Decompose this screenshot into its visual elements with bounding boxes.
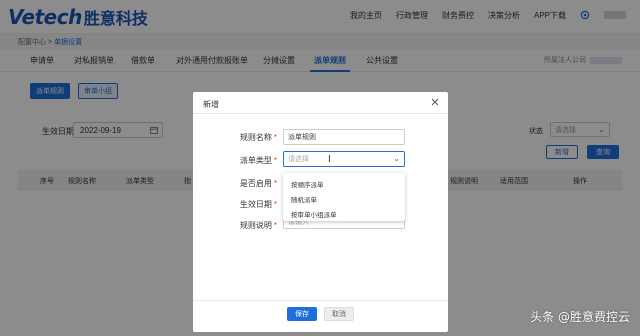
dropdown-option-group[interactable]: 按审单小组派单 bbox=[291, 209, 337, 219]
dispatch-type-dropdown: 按顺序派单 随机派单 按审单小组派单 bbox=[283, 173, 405, 221]
effective-date-label: 生效日期 * bbox=[217, 199, 277, 210]
required-marker: * bbox=[273, 200, 277, 209]
dispatch-type-label-text: 派单类型 bbox=[239, 156, 272, 165]
dropdown-option-random[interactable]: 随机派单 bbox=[291, 194, 317, 204]
dropdown-option-sequential[interactable]: 按顺序派单 bbox=[291, 179, 324, 189]
required-marker: * bbox=[273, 179, 277, 188]
text-cursor-icon: I bbox=[328, 154, 331, 165]
dialog-title: 新增 bbox=[203, 100, 219, 109]
rule-name-value: 派单规则 bbox=[288, 134, 316, 141]
rule-name-input[interactable]: 派单规则 bbox=[283, 129, 405, 145]
required-marker: * bbox=[273, 133, 277, 142]
watermark: 头条 @胜意费控云 bbox=[530, 310, 630, 324]
dispatch-type-select[interactable]: 请选择 I ⌄ bbox=[283, 151, 405, 167]
chevron-down-icon: ⌄ bbox=[393, 154, 400, 163]
dialog-footer-divider bbox=[193, 300, 448, 301]
dispatch-type-placeholder: 请选择 bbox=[288, 156, 309, 163]
rule-description-label: 规则说明 * bbox=[217, 220, 277, 231]
rule-name-label: 规则名称 * bbox=[217, 132, 277, 143]
close-icon[interactable] bbox=[430, 97, 440, 107]
cancel-button[interactable]: 取消 bbox=[324, 307, 354, 321]
enabled-label: 是否启用 * bbox=[217, 178, 277, 189]
dialog-header: 新增 bbox=[193, 92, 448, 114]
required-marker: * bbox=[273, 221, 277, 230]
effective-date-label-text: 生效日期 bbox=[239, 200, 272, 209]
new-rule-dialog: 新增 规则名称 * 派单规则 派单类型 * 请选择 I ⌄ 按顺序派单 随机派单 按… bbox=[193, 92, 448, 332]
rule-name-label-text: 规则名称 bbox=[239, 133, 272, 142]
rule-description-label-text: 规则说明 bbox=[239, 221, 272, 230]
dispatch-type-label: 派单类型 * bbox=[217, 155, 277, 166]
required-marker: * bbox=[273, 156, 277, 165]
save-button[interactable]: 保存 bbox=[287, 307, 317, 321]
enabled-label-text: 是否启用 bbox=[239, 179, 272, 188]
